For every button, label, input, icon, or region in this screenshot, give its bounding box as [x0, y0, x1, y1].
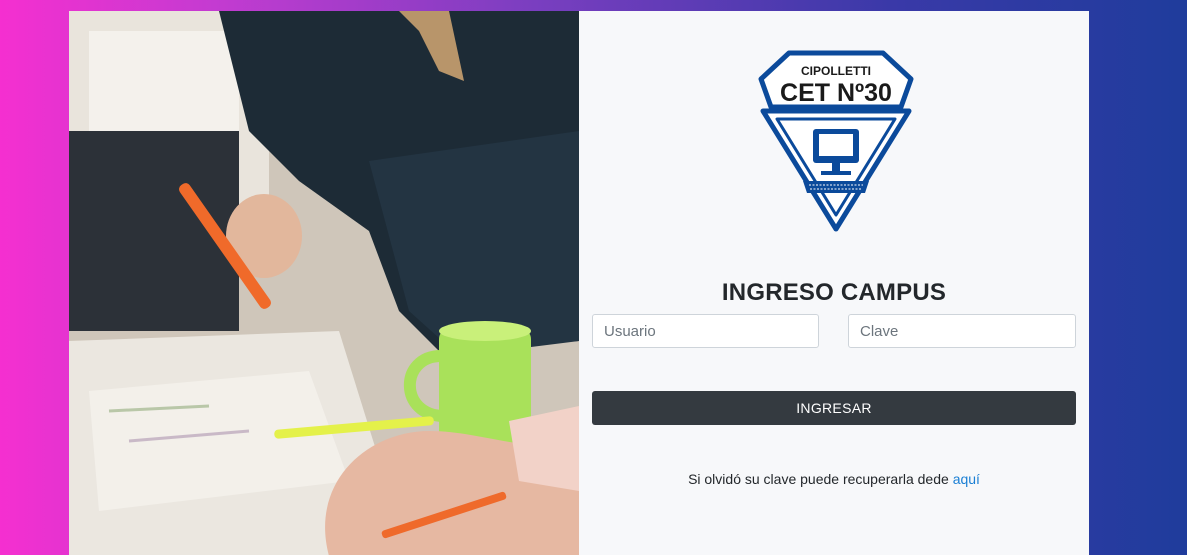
login-panel: CIPOLLETTI CET Nº30 INGRESO CAMPUS INGRE…: [579, 11, 1089, 555]
students-photo: [69, 11, 579, 555]
recover-password-link[interactable]: aquí: [953, 471, 980, 487]
school-logo: CIPOLLETTI CET Nº30: [758, 50, 914, 232]
login-card: CIPOLLETTI CET Nº30 INGRESO CAMPUS INGRE…: [69, 11, 1089, 555]
hero-photo: [69, 11, 579, 555]
recover-text: Si olvidó su clave puede recuperarla ded…: [688, 471, 949, 487]
login-button[interactable]: INGRESAR: [592, 391, 1076, 425]
recover-password-text: Si olvidó su clave puede recuperarla ded…: [579, 471, 1089, 487]
username-input[interactable]: [592, 314, 819, 348]
password-input[interactable]: [848, 314, 1076, 348]
page-title: INGRESO CAMPUS: [721, 279, 947, 306]
logo-school-name: CET Nº30: [780, 79, 892, 107]
logo-city: CIPOLLETTI: [801, 64, 871, 78]
